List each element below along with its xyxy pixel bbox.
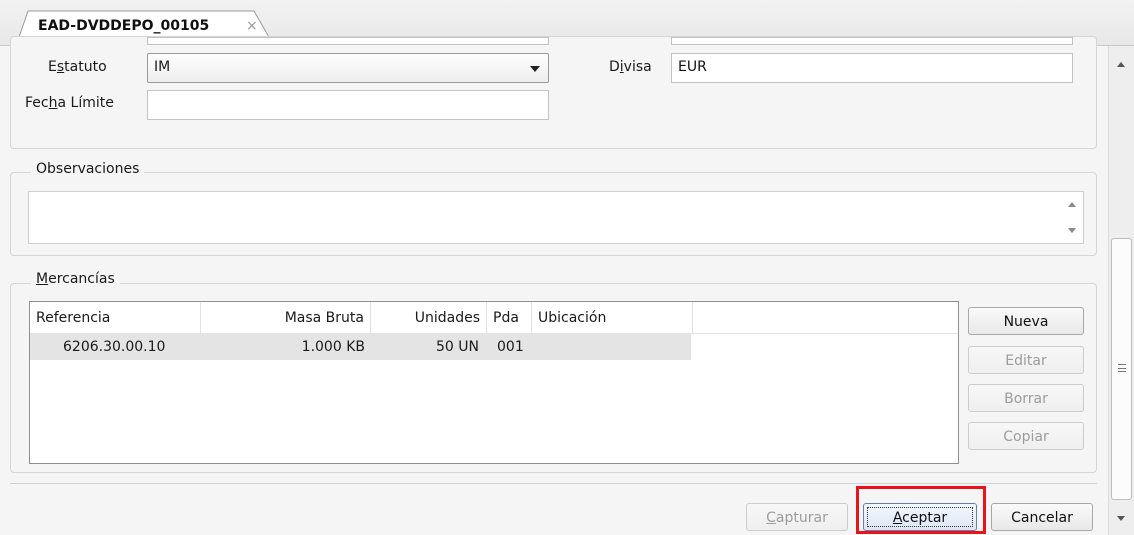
cancelar-button[interactable]: Cancelar [991,503,1093,531]
estatuto-value: IM [154,59,171,75]
column-header-ubicacion[interactable]: Ubicación [532,302,693,334]
top-partial-field-right[interactable] [671,37,1073,45]
cell-unidades: 50 UN [436,339,479,355]
header-fields-group: Estatuto IM Divisa EUR Fecha Límite [10,36,1097,149]
chevron-down-icon [530,66,540,72]
mercancias-title: Mercancías [31,271,120,287]
fecha-limite-label: Fecha Límite [25,95,114,111]
mercancias-table[interactable]: Referencia Masa Bruta Unidades Pda Ubica… [29,301,959,464]
scrollbar-thumb[interactable] [1111,238,1132,500]
table-row[interactable]: 6206.30.00.10 1.000 KB 50 UN 001 [30,334,691,360]
column-header-unidades[interactable]: Unidades [371,302,487,334]
cell-masa-bruta: 1.000 KB [301,339,365,355]
borrar-button[interactable]: Borrar [968,384,1084,412]
copiar-button[interactable]: Copiar [968,422,1084,450]
close-icon[interactable]: × [246,18,258,34]
scroll-up-icon[interactable] [1068,202,1076,207]
scroll-down-icon[interactable] [1068,228,1076,233]
estatuto-label: Estatuto [48,59,107,75]
observaciones-textarea[interactable] [28,191,1084,244]
column-header-masa-bruta[interactable]: Masa Bruta [201,302,371,334]
nueva-button[interactable]: Nueva [968,307,1084,335]
scroll-up-icon[interactable] [1117,62,1125,67]
top-partial-field-left[interactable] [147,37,549,45]
fecha-limite-field[interactable] [147,90,549,120]
grip-icon [1118,364,1126,372]
observaciones-scrollbar[interactable] [1061,192,1083,243]
main-vertical-scrollbar[interactable] [1108,46,1134,535]
divisa-field[interactable]: EUR [671,53,1073,83]
cell-pda: 001 [497,339,524,355]
aceptar-highlight-box [856,486,986,534]
scroll-down-icon[interactable] [1117,516,1125,521]
tab-title: EAD-DVDDEPO_00105 [38,18,210,34]
column-header-pda[interactable]: Pda [487,302,532,334]
cell-referencia: 6206.30.00.10 [63,339,166,355]
form-content: Estatuto IM Divisa EUR Fecha Límite Obse… [0,36,1108,535]
footer-separator [10,483,1097,484]
editar-button[interactable]: Editar [968,346,1084,374]
capturar-button[interactable]: Capturar [746,503,848,531]
estatuto-select[interactable]: IM [147,53,549,83]
divisa-label: Divisa [609,59,652,75]
table-header: Referencia Masa Bruta Unidades Pda Ubica… [30,302,958,334]
observaciones-title: Observaciones [31,161,145,177]
column-header-referencia[interactable]: Referencia [30,302,201,334]
